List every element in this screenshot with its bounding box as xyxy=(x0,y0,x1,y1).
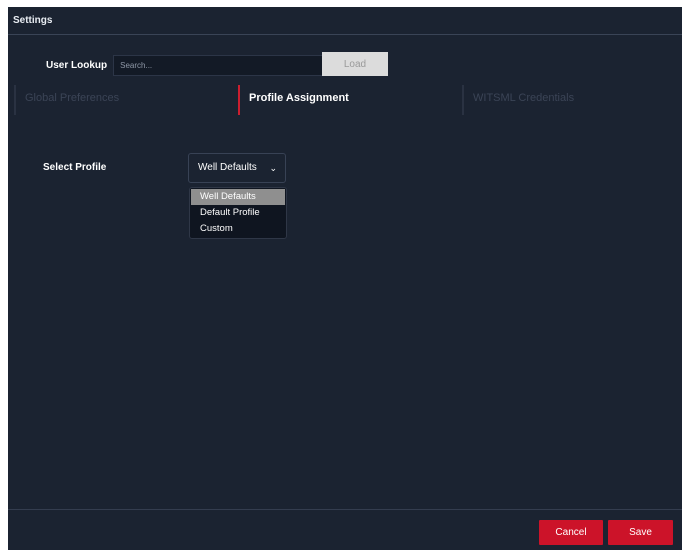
tab-global-preferences[interactable]: Global Preferences xyxy=(14,85,238,115)
window-title: Settings xyxy=(8,7,682,35)
profile-option-default-profile[interactable]: Default Profile xyxy=(191,205,285,221)
profile-select[interactable]: Well Defaults ⌄ xyxy=(188,153,286,183)
tab-witsml-credentials[interactable]: WITSML Credentials xyxy=(462,85,682,115)
profile-option-custom[interactable]: Custom xyxy=(191,221,285,237)
load-button[interactable]: Load xyxy=(322,52,388,76)
cancel-button[interactable]: Cancel xyxy=(539,520,603,545)
save-button[interactable]: Save xyxy=(608,520,673,545)
profile-select-value: Well Defaults xyxy=(198,162,257,173)
tab-profile-assignment[interactable]: Profile Assignment xyxy=(238,85,462,115)
settings-window: Settings User Lookup Load Global Prefere… xyxy=(8,7,682,550)
user-lookup-row: User Lookup xyxy=(46,53,324,77)
settings-tabs: Global Preferences Profile Assignment WI… xyxy=(8,85,682,117)
footer-bar: Cancel Save xyxy=(8,509,682,550)
profile-dropdown-list: Well Defaults Default Profile Custom xyxy=(189,187,287,239)
chevron-down-icon: ⌄ xyxy=(269,163,277,173)
select-profile-label: Select Profile xyxy=(43,162,107,173)
user-lookup-label: User Lookup xyxy=(46,59,108,71)
profile-option-well-defaults[interactable]: Well Defaults xyxy=(191,189,285,205)
user-search-input[interactable] xyxy=(113,54,324,76)
